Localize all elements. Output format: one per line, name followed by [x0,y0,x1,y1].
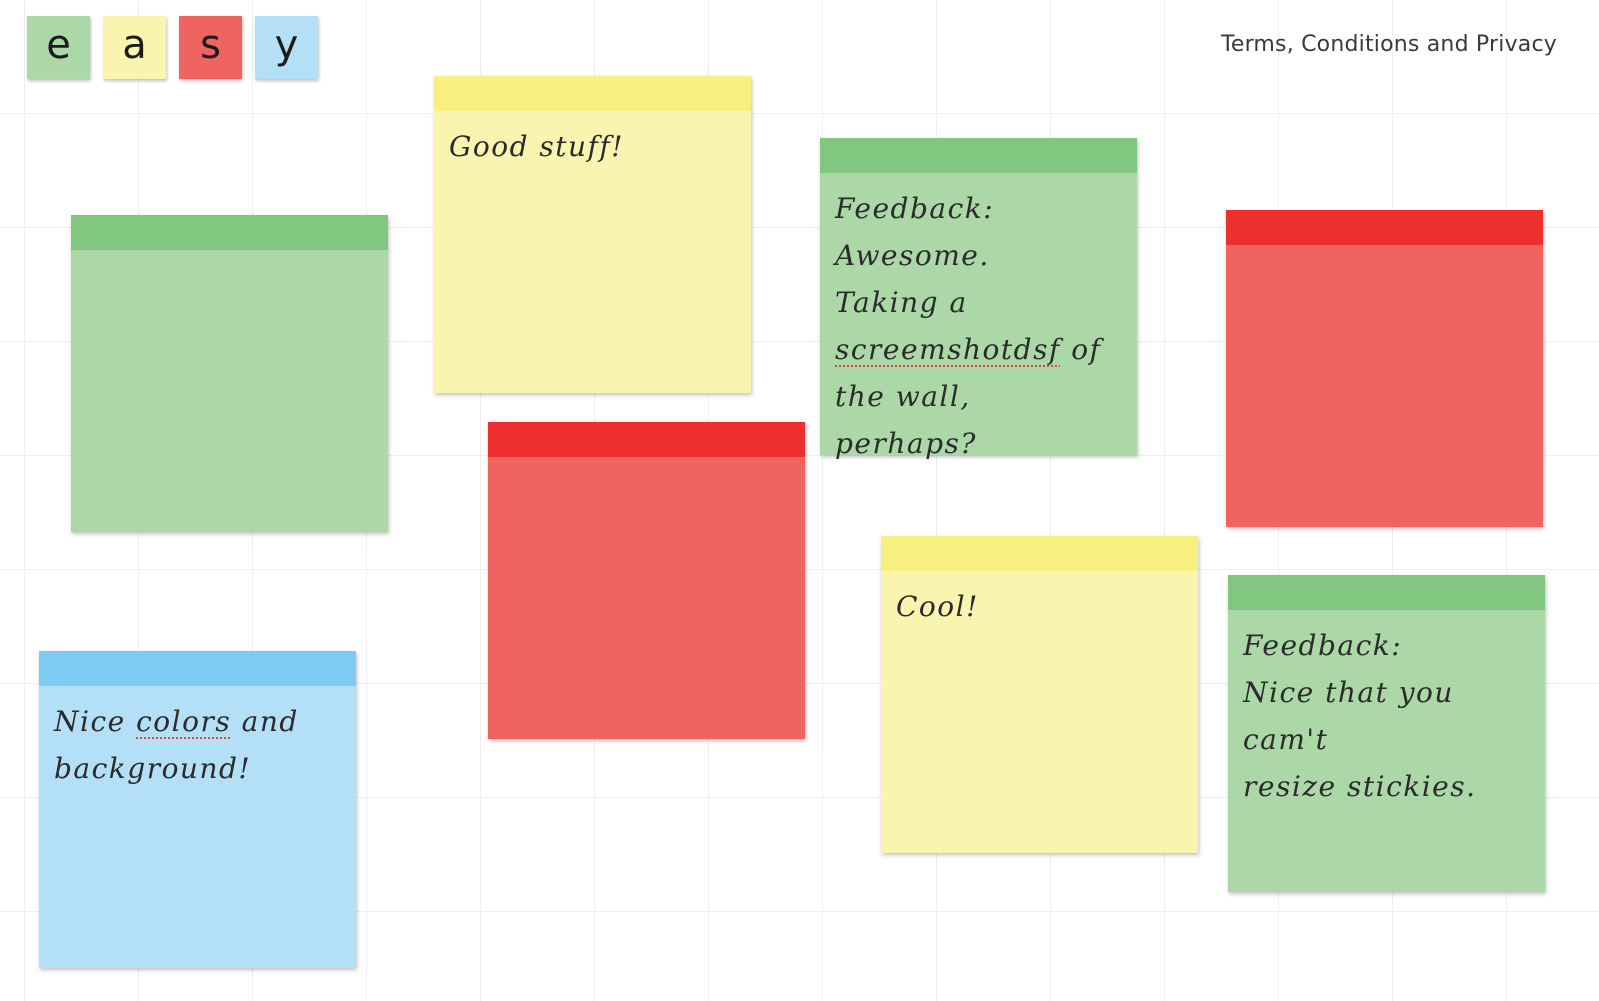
sticky-drag-handle[interactable] [820,138,1137,173]
sticky-text[interactable] [1226,245,1543,527]
sticky-drag-handle[interactable] [39,651,356,686]
sticky-text[interactable]: Nice colors and background! [39,686,356,968]
sticky-line: Feedback: [835,192,995,225]
sticky-note[interactable] [71,215,388,532]
misspelled-word: screemshotdsf [835,333,1061,366]
misspelled-word: colors [136,705,232,738]
sticky-line: Taking a [835,286,968,319]
logo-tile-e[interactable]: e [27,16,90,79]
sticky-word: and [241,705,299,738]
sticky-note[interactable] [1226,210,1543,527]
sticky-word: Nice [54,705,126,738]
sticky-line: Feedback: [1243,629,1403,662]
sticky-text[interactable] [488,457,805,739]
sticky-line: the wall, perhaps? [835,380,977,460]
sticky-word: background! [54,752,252,785]
sticky-line: of [1071,333,1102,366]
sticky-drag-handle[interactable] [1226,210,1543,245]
sticky-note[interactable]: Feedback: Nice that you cam't resize sti… [1228,575,1545,892]
sticky-line: resize stickies. [1243,770,1477,803]
logo-tile-s[interactable]: s [179,16,242,79]
terms-link[interactable]: Terms, Conditions and Privacy [1221,32,1557,57]
sticky-note[interactable]: Cool! [881,536,1198,853]
sticky-line: Nice that you cam't [1243,676,1454,756]
sticky-text[interactable] [71,250,388,532]
sticky-drag-handle[interactable] [881,536,1198,571]
logo-tile-y[interactable]: y [255,16,318,79]
sticky-drag-handle[interactable] [488,422,805,457]
sticky-text[interactable]: Good stuff! [434,111,751,393]
sticky-note[interactable]: Feedback: Awesome. Taking a screemshotds… [820,138,1137,460]
sticky-line: Awesome. [835,239,990,272]
sticky-note[interactable] [488,422,805,739]
sticky-drag-handle[interactable] [1228,575,1545,610]
sticky-text[interactable]: Feedback: Nice that you cam't resize sti… [1228,610,1545,892]
sticky-drag-handle[interactable] [434,76,751,111]
sticky-text[interactable]: Cool! [881,571,1198,853]
sticky-note[interactable]: Nice colors and background! [39,651,356,968]
sticky-note[interactable]: Good stuff! [434,76,751,393]
sticky-drag-handle[interactable] [71,215,388,250]
sticky-text[interactable]: Feedback: Awesome. Taking a screemshotds… [820,173,1137,460]
logo-tile-a[interactable]: a [103,16,166,79]
